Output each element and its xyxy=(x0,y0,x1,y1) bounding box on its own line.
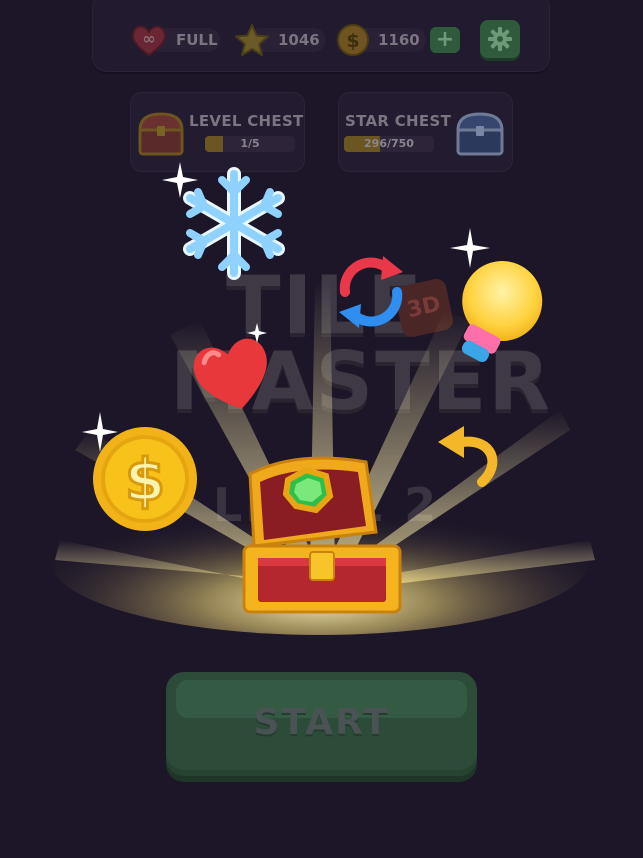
star-chest-progress-bar: 296/750 xyxy=(344,136,434,152)
star-chest-icon xyxy=(456,112,504,156)
sparkle-icon xyxy=(450,228,490,268)
stars-counter[interactable]: 1046 xyxy=(234,22,326,58)
level-chest-icon xyxy=(138,112,184,156)
lightbulb-icon xyxy=(461,261,543,363)
level-chest-progress-bar: 1/5 xyxy=(205,136,295,152)
start-button[interactable]: START xyxy=(166,672,477,776)
sparkle-icon xyxy=(162,162,198,198)
svg-text:$: $ xyxy=(346,30,359,52)
start-button-label: START xyxy=(253,702,390,743)
star-chest-progress-text: 296/750 xyxy=(364,137,414,150)
star-chest-title: STAR CHEST xyxy=(345,112,452,130)
stars-value: 1046 xyxy=(278,31,320,49)
level-chest-card[interactable]: LEVEL CHEST 1/5 xyxy=(130,92,305,172)
lives-counter[interactable]: ∞ FULL xyxy=(130,22,220,58)
star-chest-card[interactable]: STAR CHEST 296/750 xyxy=(338,92,513,172)
svg-text:$: $ xyxy=(125,446,165,514)
settings-button[interactable] xyxy=(480,20,520,58)
star-icon xyxy=(235,24,269,56)
level-chest-progress-text: 1/5 xyxy=(240,137,260,150)
coins-counter[interactable]: $ 1160 xyxy=(336,22,426,58)
level-chest-title: LEVEL CHEST xyxy=(189,112,304,130)
gear-icon xyxy=(488,27,512,51)
add-coins-button[interactable]: + xyxy=(430,27,460,53)
plus-icon: + xyxy=(435,27,455,52)
undo-icon xyxy=(438,426,498,487)
sparkle-icon xyxy=(82,412,118,452)
heart-reward-icon xyxy=(193,338,267,409)
sparkle-icon xyxy=(247,323,267,343)
infinity-symbol: ∞ xyxy=(142,29,155,48)
shuffle-icon xyxy=(339,256,403,328)
heart-icon: ∞ xyxy=(131,25,167,57)
coins-value: 1160 xyxy=(378,31,420,49)
coin-icon: $ xyxy=(337,24,369,56)
lives-value: FULL xyxy=(176,31,218,49)
treasure-chest-icon xyxy=(242,456,402,614)
